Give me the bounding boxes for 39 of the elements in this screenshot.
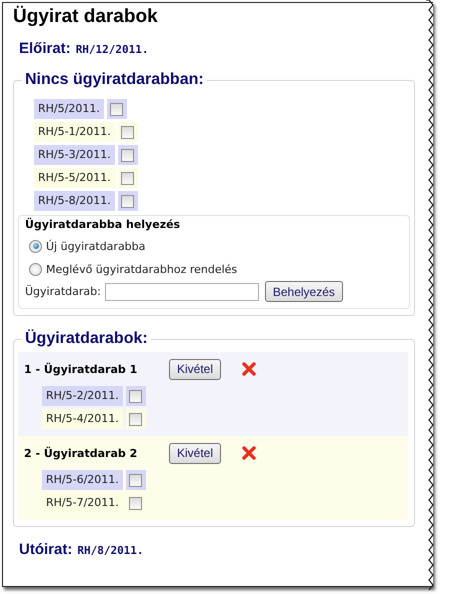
document-number: RH/5-5/2011.: [34, 168, 115, 188]
option-label: Meglévő ügyiratdarabhoz rendelés: [46, 262, 238, 276]
delete-icon[interactable]: [242, 362, 256, 376]
checkbox[interactable]: [129, 390, 142, 402]
checkbox[interactable]: [121, 126, 134, 138]
checkbox[interactable]: [110, 102, 124, 116]
radio-button[interactable]: [29, 240, 42, 252]
checkbox[interactable]: [129, 474, 142, 486]
document-number: RH/5-4/2011.: [42, 409, 123, 429]
group-title: 1 - Ügyiratdarab 1: [24, 362, 138, 376]
record-label: Utóirat:: [19, 541, 72, 558]
record-number: RH/12/2011.: [76, 43, 149, 56]
record-number: RH/8/2011.: [77, 544, 144, 557]
insert-button[interactable]: Behelyezés: [264, 281, 343, 302]
field-label: Ügyiratdarab:: [25, 285, 101, 298]
document-number: RH/5-6/2011.: [42, 470, 123, 490]
document-number: RH/5-2/2011.: [42, 386, 123, 406]
document-number: RH/5/2011.: [34, 99, 104, 119]
document-number: RH/5-8/2011.: [34, 191, 115, 211]
radio-button[interactable]: [29, 262, 42, 276]
page-title: Ügyirat darabok: [13, 6, 158, 28]
checkbox[interactable]: [121, 194, 134, 208]
placement-title: Ügyiratdarabba helyezés: [25, 218, 180, 231]
checkbox[interactable]: [121, 172, 134, 184]
document-number: RH/5-1/2011.: [34, 122, 115, 142]
group-title: 2 - Ügyiratdarab 2: [24, 446, 138, 460]
section-legend: Nincs ügyiratdarabban:: [22, 71, 207, 89]
checkbox[interactable]: [129, 412, 142, 426]
checkbox[interactable]: [129, 496, 142, 510]
input-field[interactable]: [104, 282, 259, 300]
checkbox[interactable]: [121, 148, 134, 162]
delete-icon[interactable]: [242, 446, 256, 460]
remove-button[interactable]: Kivétel: [169, 358, 222, 380]
section-legend: Ügyiratdarabok:: [22, 330, 151, 348]
document-number: RH/5-7/2011.: [42, 493, 123, 513]
option-label: Új ügyiratdarabba: [46, 240, 146, 252]
record-label: Előirat:: [19, 40, 71, 57]
remove-button[interactable]: Kivétel: [169, 442, 222, 464]
document-number: RH/5-3/2011.: [34, 145, 115, 165]
